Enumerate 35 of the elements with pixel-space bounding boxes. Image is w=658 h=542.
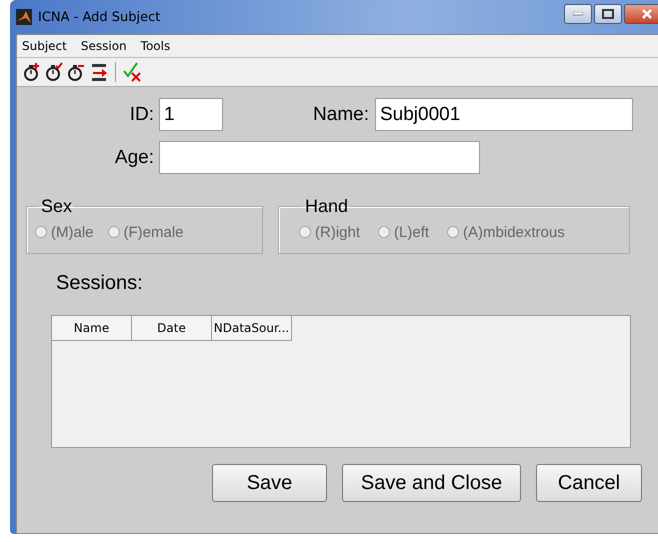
id-field[interactable]: 1 bbox=[159, 98, 223, 131]
action-button[interactable]: Save bbox=[212, 464, 327, 502]
action-button[interactable]: Cancel bbox=[536, 464, 642, 502]
column-header[interactable]: Name bbox=[52, 316, 132, 341]
stopwatch-check-icon[interactable] bbox=[45, 62, 63, 82]
maximize-button[interactable] bbox=[594, 4, 622, 24]
column-header[interactable]: NDataSour... bbox=[212, 316, 292, 341]
radio-option[interactable]: (F)emale bbox=[108, 221, 184, 243]
column-header[interactable]: Date bbox=[132, 316, 212, 341]
radio-option[interactable]: (R)ight bbox=[299, 221, 360, 243]
stopwatch-minus-icon[interactable] bbox=[67, 62, 85, 82]
import-icon[interactable] bbox=[89, 62, 109, 82]
window-title: ICNA - Add Subject bbox=[38, 10, 160, 24]
id-label: ID: bbox=[128, 104, 154, 126]
name-label: Name: bbox=[312, 104, 369, 126]
group-title: Sex bbox=[40, 196, 74, 217]
menu-item[interactable]: Session bbox=[78, 39, 129, 53]
menu-item[interactable]: Subject bbox=[20, 39, 69, 53]
action-button[interactable]: Save and Close bbox=[342, 464, 521, 502]
stopwatch-plus-icon[interactable] bbox=[23, 62, 41, 82]
menu-item[interactable]: Tools bbox=[138, 39, 172, 53]
age-field[interactable] bbox=[159, 141, 480, 174]
age-label: Age: bbox=[114, 146, 154, 168]
radio-option[interactable]: (M)ale bbox=[35, 221, 94, 243]
sessions-label: Sessions: bbox=[56, 272, 144, 295]
close-icon bbox=[641, 8, 653, 20]
group-title: Hand bbox=[304, 196, 350, 217]
close-button[interactable] bbox=[624, 4, 658, 24]
name-field[interactable]: Subj0001 bbox=[375, 98, 633, 131]
radio-option[interactable]: (L)eft bbox=[378, 221, 430, 243]
minimize-icon bbox=[573, 12, 583, 16]
maximize-icon bbox=[602, 9, 614, 19]
minimize-button[interactable] bbox=[564, 4, 592, 24]
app-icon bbox=[16, 9, 32, 25]
radio-option[interactable]: (A)mbidextrous bbox=[447, 221, 565, 243]
